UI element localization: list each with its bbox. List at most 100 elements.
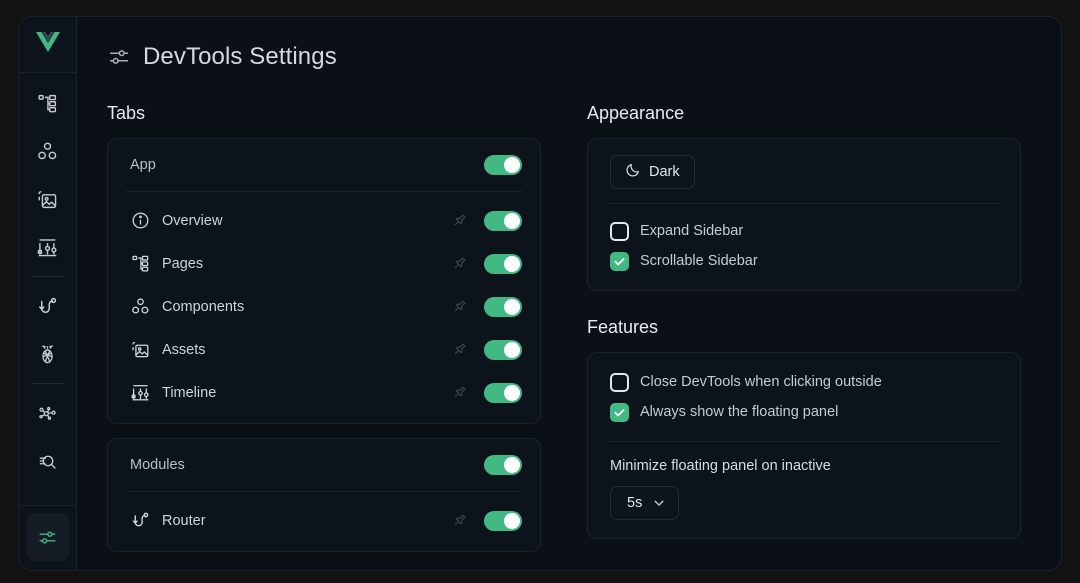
- sidebar-item-graph[interactable]: [26, 389, 70, 437]
- sidebar-items: [19, 73, 76, 485]
- tab-group-header[interactable]: App: [108, 139, 540, 191]
- router-icon: [37, 296, 58, 317]
- tab-group-app: App Overview: [107, 138, 541, 424]
- checkbox-icon[interactable]: [610, 373, 629, 392]
- features-section-title: Features: [587, 317, 1021, 338]
- tab-group-label: App: [130, 157, 472, 173]
- pin-icon[interactable]: [451, 212, 468, 229]
- tab-row-router[interactable]: Router: [108, 499, 540, 542]
- tab-row-toggle[interactable]: [484, 511, 522, 531]
- tab-group-header[interactable]: Modules: [108, 439, 540, 491]
- checkbox-always-show-panel[interactable]: Always show the floating panel: [610, 397, 1000, 427]
- theme-toggle-button[interactable]: Dark: [610, 155, 695, 189]
- tab-row-toggle[interactable]: [484, 297, 522, 317]
- timeline-icon: [37, 237, 58, 258]
- checkbox-close-devtools[interactable]: Close DevTools when clicking outside: [610, 367, 1000, 397]
- pages-icon: [37, 93, 58, 114]
- sidebar-divider: [31, 276, 65, 277]
- checkbox-label: Close DevTools when clicking outside: [640, 374, 882, 390]
- sidebar-item-components[interactable]: [26, 127, 70, 175]
- sidebar-item-inspect[interactable]: [26, 437, 70, 485]
- tab-row-label: Components: [162, 299, 439, 315]
- assets-icon: [37, 189, 58, 210]
- sidebar-item-assets[interactable]: [26, 175, 70, 223]
- appearance-card: Dark Expand Sidebar: [587, 138, 1021, 291]
- settings-content: DevTools Settings Tabs App: [77, 17, 1061, 570]
- sidebar-item-settings[interactable]: [26, 513, 70, 561]
- theme-label: Dark: [649, 164, 680, 180]
- toggle-knob: [504, 157, 520, 173]
- tab-row-toggle[interactable]: [484, 254, 522, 274]
- pinia-icon: [37, 344, 58, 365]
- moon-icon: [625, 162, 641, 182]
- tab-group-items: Overview: [108, 192, 540, 423]
- toggle-knob: [504, 342, 520, 358]
- settings-sliders-icon: [107, 45, 131, 69]
- tab-row-label: Timeline: [162, 385, 439, 401]
- checkbox-icon[interactable]: [610, 403, 629, 422]
- graph-icon: [37, 403, 58, 424]
- tab-row-toggle[interactable]: [484, 383, 522, 403]
- tab-group-modules: Modules: [107, 438, 541, 552]
- checkbox-label: Always show the floating panel: [640, 404, 838, 420]
- devtools-window: DevTools Settings Tabs App: [18, 16, 1062, 571]
- sidebar-item-timeline[interactable]: [26, 223, 70, 271]
- sidebar-item-pinia[interactable]: [26, 330, 70, 378]
- pin-icon[interactable]: [451, 298, 468, 315]
- settings-icon: [37, 527, 58, 548]
- sidebar-divider: [31, 383, 65, 384]
- checkbox-icon[interactable]: [610, 252, 629, 271]
- components-icon: [130, 297, 150, 316]
- tab-row-label: Pages: [162, 256, 439, 272]
- checkbox-icon[interactable]: [610, 222, 629, 241]
- checkbox-scrollable-sidebar[interactable]: Scrollable Sidebar: [610, 246, 1000, 276]
- components-icon: [37, 141, 58, 162]
- page-header: DevTools Settings: [107, 43, 1035, 71]
- tab-row-pages[interactable]: Pages: [108, 242, 540, 285]
- tabs-section-title: Tabs: [107, 103, 541, 124]
- tab-group-items: Router: [108, 492, 540, 551]
- checkbox-label: Scrollable Sidebar: [640, 253, 758, 269]
- settings-column: Appearance Dark: [587, 103, 1021, 566]
- pin-icon[interactable]: [451, 384, 468, 401]
- tab-row-toggle[interactable]: [484, 340, 522, 360]
- toggle-knob: [504, 385, 520, 401]
- toggle-knob: [504, 299, 520, 315]
- minimize-panel-label: Minimize floating panel on inactive: [610, 458, 1000, 474]
- pin-icon[interactable]: [451, 255, 468, 272]
- pin-icon[interactable]: [451, 512, 468, 529]
- tab-row-components[interactable]: Components: [108, 285, 540, 328]
- sidebar-bottom: [19, 505, 76, 570]
- tab-group-toggle[interactable]: [484, 455, 522, 475]
- minimize-delay-value: 5s: [627, 495, 642, 511]
- info-icon: [130, 211, 150, 230]
- vue-logo-button[interactable]: [19, 17, 76, 73]
- sidebar-item-pages[interactable]: [26, 79, 70, 127]
- features-card: Close DevTools when clicking outside Alw…: [587, 352, 1021, 539]
- tab-row-label: Router: [162, 513, 439, 529]
- tab-group-toggle[interactable]: [484, 155, 522, 175]
- page-title: DevTools Settings: [143, 43, 337, 71]
- tab-row-assets[interactable]: Assets: [108, 328, 540, 371]
- tab-row-label: Overview: [162, 213, 439, 229]
- checkbox-expand-sidebar[interactable]: Expand Sidebar: [610, 216, 1000, 246]
- tab-row-toggle[interactable]: [484, 211, 522, 231]
- toggle-knob: [504, 457, 520, 473]
- tab-row-timeline[interactable]: Timeline: [108, 371, 540, 414]
- vue-logo: [35, 31, 61, 58]
- assets-icon: [130, 340, 150, 359]
- pin-icon[interactable]: [451, 341, 468, 358]
- minimize-delay-select[interactable]: 5s: [610, 486, 679, 520]
- tab-group-label: Modules: [130, 457, 472, 473]
- router-icon: [130, 511, 150, 530]
- pages-icon: [130, 254, 150, 273]
- toggle-knob: [504, 256, 520, 272]
- appearance-section-title: Appearance: [587, 103, 1021, 124]
- inspect-icon: [37, 451, 58, 472]
- sidebar-item-router[interactable]: [26, 282, 70, 330]
- chevron-down-icon: [652, 496, 666, 510]
- sidebar: [19, 17, 77, 570]
- toggle-knob: [504, 213, 520, 229]
- tab-row-overview[interactable]: Overview: [108, 199, 540, 242]
- tab-row-label: Assets: [162, 342, 439, 358]
